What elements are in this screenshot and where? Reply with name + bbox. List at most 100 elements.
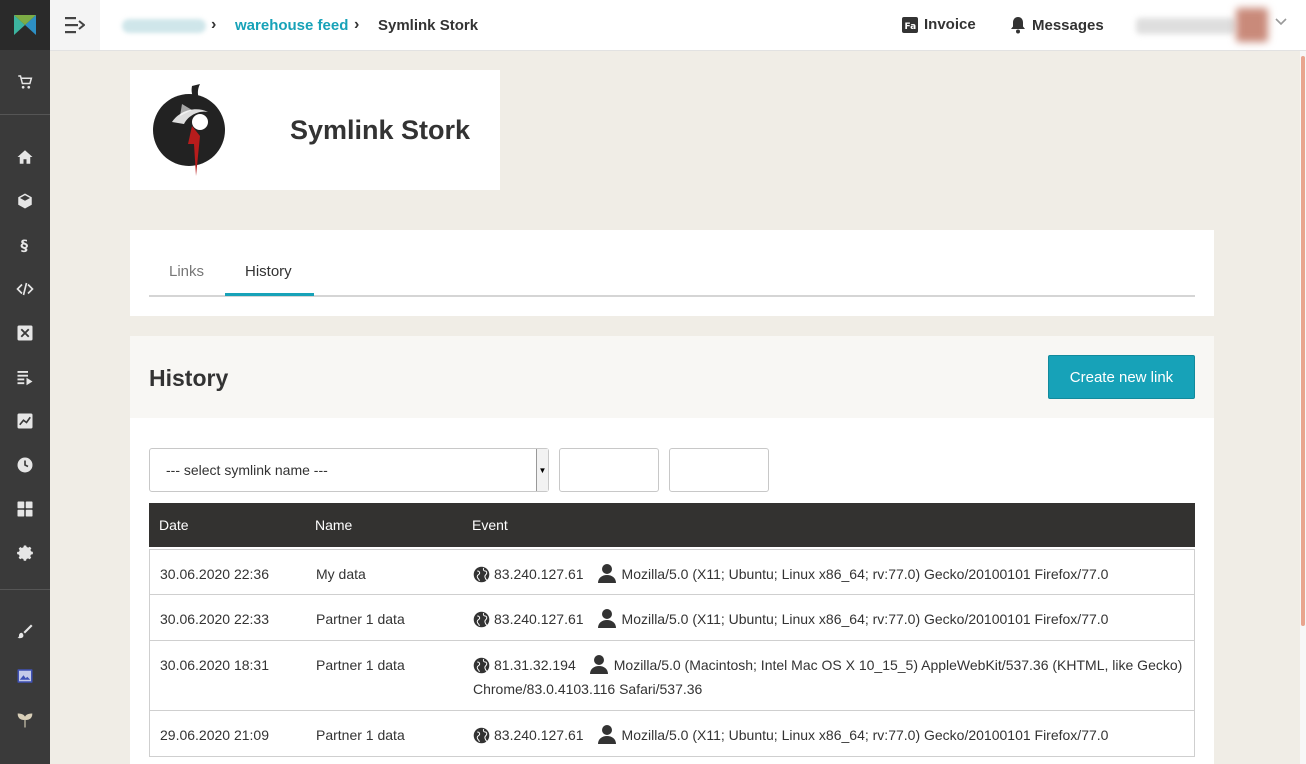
row-user-agent: Mozilla/5.0 (X11; Ubuntu; Linux x86_64; … (621, 727, 1109, 743)
row-date: 29.06.2020 21:09 (160, 727, 269, 743)
user-name-redacted[interactable] (1136, 18, 1236, 34)
tabs-card: Links History (130, 230, 1214, 316)
page-title: Symlink Stork (290, 115, 471, 145)
breadcrumb-root-redacted[interactable] (122, 19, 206, 33)
row-user-agent: Mozilla/5.0 (Macintosh; Intel Mac OS X 1… (473, 657, 1183, 697)
logo-icon (14, 15, 36, 35)
box-icon (18, 193, 32, 209)
cart-icon (18, 75, 33, 89)
sidebar-item-plugin[interactable] (0, 698, 50, 742)
invoice-button[interactable]: Fa Invoice (902, 16, 976, 33)
row-name: Partner 1 data (316, 657, 405, 673)
row-event: 83.240.127.61 Mozilla/5.0 (X11; Ubuntu; L… (473, 723, 1189, 747)
user-icon (597, 564, 616, 583)
home-icon (17, 150, 33, 164)
sidebar: § (0, 0, 50, 764)
sidebar-item-legal[interactable]: § (0, 223, 50, 267)
header-card: Symlink Stork (130, 70, 500, 190)
bell-icon (1011, 17, 1025, 34)
table-row[interactable]: 29.06.2020 21:09 Partner 1 data 83.240.1… (149, 711, 1195, 757)
code-icon (16, 282, 34, 296)
sidebar-item-history[interactable] (0, 443, 50, 487)
table-header: Date Name Event (149, 503, 1195, 547)
row-name: My data (316, 566, 366, 582)
svg-text:Fa: Fa (905, 22, 917, 32)
row-date: 30.06.2020 22:36 (160, 566, 269, 582)
date-to-input[interactable] (669, 448, 769, 492)
row-event: 81.31.32.194 Mozilla/5.0 (Macintosh; Inte… (473, 653, 1189, 701)
globe-icon (473, 727, 490, 744)
invoice-label: Invoice (924, 16, 976, 33)
user-icon (597, 725, 616, 744)
row-event: 83.240.127.61 Mozilla/5.0 (X11; Ubuntu; L… (473, 562, 1189, 586)
row-date: 30.06.2020 18:31 (160, 657, 269, 673)
breadcrumb-current: Symlink Stork (378, 17, 479, 34)
row-user-agent: Mozilla/5.0 (X11; Ubuntu; Linux x86_64; … (621, 611, 1109, 627)
user-icon (597, 609, 616, 628)
clock-icon (17, 457, 33, 473)
messages-button[interactable]: Messages (1010, 16, 1104, 34)
tab-links[interactable]: Links (169, 263, 204, 280)
globe-icon (473, 611, 490, 628)
user-icon (589, 655, 608, 674)
stork-logo-icon (153, 84, 225, 176)
row-name: Partner 1 data (316, 727, 405, 743)
column-header-date[interactable]: Date (159, 517, 189, 533)
create-new-link-button[interactable]: Create new link (1048, 355, 1195, 399)
sidebar-item-products[interactable] (0, 179, 50, 223)
row-ip: 81.31.32.194 (494, 657, 576, 673)
tab-history[interactable]: History (245, 263, 292, 280)
sidebar-item-apps[interactable] (0, 487, 50, 531)
table-row[interactable]: 30.06.2020 18:31 Partner 1 data 81.31.32… (149, 641, 1195, 711)
chevron-down-icon[interactable] (1275, 15, 1287, 27)
row-name: Partner 1 data (316, 611, 405, 627)
row-ip: 83.240.127.61 (494, 566, 584, 582)
history-table: Date Name Event 30.06.2020 22:36 My data… (149, 503, 1195, 757)
svg-text:§: § (21, 236, 29, 254)
row-event: 83.240.127.61 Mozilla/5.0 (X11; Ubuntu; L… (473, 607, 1189, 631)
sidebar-item-stats[interactable] (0, 399, 50, 443)
sidebar-item-images[interactable] (0, 654, 50, 698)
topbar: › warehouse feed › Symlink Stork Fa Invo… (50, 0, 1306, 51)
row-date: 30.06.2020 22:33 (160, 611, 269, 627)
apps-icon (17, 501, 33, 517)
chevron-right-icon: › (354, 16, 360, 33)
invoice-icon: Fa (902, 16, 918, 33)
sidebar-item-excel[interactable] (0, 311, 50, 355)
brush-icon (17, 624, 33, 639)
row-ip: 83.240.127.61 (494, 611, 584, 627)
select-value: --- select symlink name --- (166, 462, 328, 478)
plant-icon (17, 713, 33, 728)
row-user-agent: Mozilla/5.0 (X11; Ubuntu; Linux x86_64; … (621, 566, 1109, 582)
app-logo[interactable] (0, 0, 50, 50)
sidebar-item-playlist[interactable] (0, 355, 50, 399)
table-row[interactable]: 30.06.2020 22:36 My data 83.240.127.61 Mo… (149, 549, 1195, 595)
chart-icon (17, 413, 33, 429)
menu-collapse-icon (65, 17, 85, 34)
sidebar-item-cart[interactable] (0, 50, 50, 114)
menu-toggle-button[interactable] (50, 0, 100, 50)
avatar[interactable] (1236, 8, 1268, 42)
table-row[interactable]: 30.06.2020 22:33 Partner 1 data 83.240.1… (149, 595, 1195, 641)
messages-label: Messages (1032, 16, 1104, 34)
section-icon: § (21, 236, 29, 254)
breadcrumb-link[interactable]: warehouse feed (235, 17, 348, 34)
active-tab-indicator (225, 293, 314, 296)
scrollbar-thumb[interactable] (1301, 56, 1305, 626)
sidebar-item-brush[interactable] (0, 610, 50, 654)
date-from-input[interactable] (559, 448, 659, 492)
history-panel: History Create new link --- select symli… (130, 336, 1214, 764)
gear-icon (17, 545, 33, 561)
row-ip: 83.240.127.61 (494, 727, 584, 743)
history-title: History (149, 365, 229, 391)
symlink-name-select[interactable]: --- select symlink name --- ▼ (149, 448, 549, 492)
column-header-name[interactable]: Name (315, 517, 352, 533)
dropdown-arrow-icon[interactable]: ▼ (536, 449, 548, 491)
sidebar-item-code[interactable] (0, 267, 50, 311)
sidebar-item-home[interactable] (0, 135, 50, 179)
history-panel-header: History Create new link (130, 336, 1214, 418)
column-header-event[interactable]: Event (472, 517, 508, 533)
sidebar-item-settings[interactable] (0, 531, 50, 575)
playlist-icon (17, 371, 33, 386)
image-icon (17, 669, 33, 683)
